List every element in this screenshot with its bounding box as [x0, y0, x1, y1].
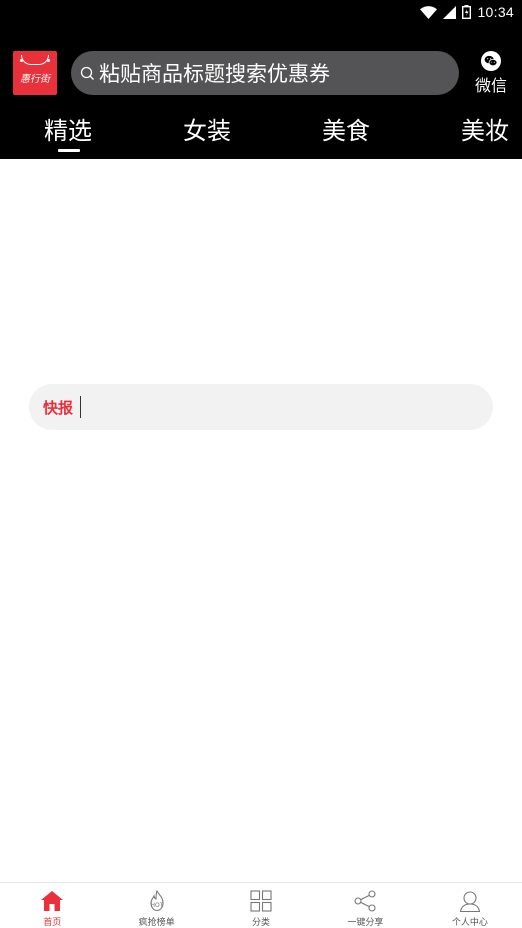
search-placeholder: 粘贴商品标题搜索优惠券: [99, 62, 330, 86]
search-icon: [79, 65, 95, 81]
status-time: 10:34: [477, 4, 514, 20]
share-icon: [353, 889, 377, 912]
nav-item-category[interactable]: 分类: [209, 883, 313, 928]
signal-icon: [443, 5, 457, 19]
wechat-button[interactable]: 微信: [470, 51, 512, 95]
nav-label: 疯抢榜单: [138, 918, 175, 928]
grid-icon: [249, 889, 273, 912]
news-ticker[interactable]: 快报: [29, 384, 493, 430]
nav-label: 个人中心: [451, 918, 488, 928]
logo-text: 惠行街: [20, 74, 50, 85]
app-screen: 10:34 惠行街 粘贴商品标题搜索优惠券 微信 精选 女装 美食 美妆 快报 …: [0, 0, 522, 928]
nav-item-share[interactable]: 一键分享: [313, 883, 417, 928]
app-logo[interactable]: 惠行街: [13, 51, 57, 95]
tab-featured[interactable]: 精选: [44, 112, 92, 150]
nav-item-profile[interactable]: 个人中心: [418, 883, 522, 928]
wechat-icon: [481, 51, 501, 71]
svg-text:HOT: HOT: [150, 902, 163, 909]
logo-bag-icon: [21, 55, 49, 65]
nav-label: 首页: [43, 918, 62, 928]
home-icon: [40, 889, 64, 912]
fire-icon: HOT: [145, 889, 169, 912]
tab-beauty[interactable]: 美妆: [461, 112, 509, 150]
category-tabs: 精选 女装 美食 美妆: [0, 112, 522, 159]
header: 惠行街 粘贴商品标题搜索优惠券 微信 精选 女装 美食 美妆: [0, 24, 522, 159]
search-input[interactable]: 粘贴商品标题搜索优惠券: [71, 51, 459, 95]
nav-item-home[interactable]: 首页: [0, 883, 104, 928]
nav-label: 一键分享: [347, 918, 384, 928]
tab-food[interactable]: 美食: [322, 112, 370, 150]
active-tab-indicator: [58, 149, 80, 152]
wechat-label: 微信: [474, 76, 507, 95]
nav-label: 分类: [252, 918, 271, 928]
news-ticker-label: 快报: [43, 398, 74, 417]
status-bar: 10:34: [0, 0, 522, 24]
bottom-nav: 首页 HOT 疯抢榜单 分类 一键分享 个人中心: [0, 882, 522, 928]
user-icon: [458, 889, 482, 912]
wifi-icon: [420, 5, 438, 19]
battery-icon: [462, 5, 472, 19]
nav-item-hot-list[interactable]: HOT 疯抢榜单: [104, 883, 208, 928]
tab-womens-clothing[interactable]: 女装: [183, 112, 231, 150]
news-ticker-divider: [80, 396, 82, 418]
